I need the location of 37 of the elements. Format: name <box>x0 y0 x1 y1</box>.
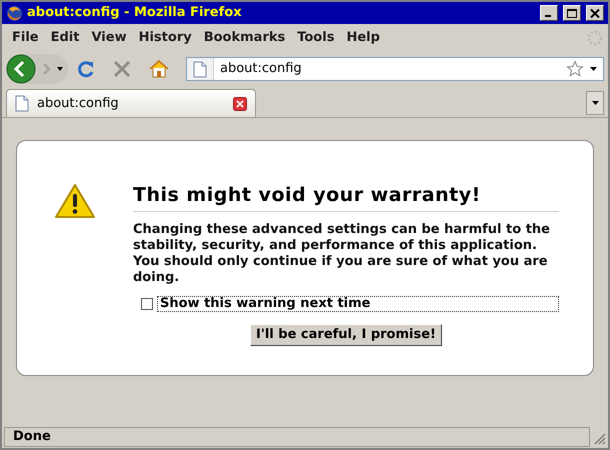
tab-title: about:config <box>37 94 120 113</box>
reload-icon[interactable] <box>76 59 96 79</box>
warning-title: This might void your warranty! <box>133 181 559 212</box>
firefox-logo-icon <box>6 4 23 22</box>
warning-icon <box>54 183 96 219</box>
page-icon <box>15 95 29 112</box>
tab[interactable]: about:config <box>6 89 256 117</box>
minimize-button[interactable] <box>540 5 558 21</box>
tab-list-button[interactable] <box>586 91 604 115</box>
minimize-icon <box>545 15 551 17</box>
star-icon[interactable] <box>566 60 584 78</box>
menu-item[interactable]: View <box>85 28 133 48</box>
url-text: about:config <box>220 60 303 78</box>
dropdown-icon <box>56 66 64 72</box>
home-icon[interactable] <box>148 59 170 79</box>
menu-item[interactable]: Tools <box>291 28 340 48</box>
address-bar[interactable]: about:config <box>186 57 604 81</box>
close-tab-icon[interactable] <box>233 96 247 110</box>
maximize-button[interactable] <box>563 5 581 21</box>
menu-item[interactable]: Bookmarks <box>198 28 292 48</box>
menu-item[interactable]: File <box>6 28 45 48</box>
back-forward-button[interactable] <box>6 54 68 84</box>
window-title: about:config - Mozilla Firefox <box>27 4 243 22</box>
menu-item[interactable]: History <box>132 28 198 48</box>
checkbox-label[interactable]: Show this warning next time <box>157 296 559 312</box>
menu-item[interactable]: Edit <box>44 28 86 48</box>
maximize-icon <box>567 8 577 18</box>
close-icon <box>590 8 600 18</box>
menu-item[interactable]: Help <box>340 28 386 48</box>
dropdown-icon <box>592 101 598 105</box>
dropdown-icon[interactable] <box>590 66 597 72</box>
checkbox[interactable] <box>141 298 153 310</box>
close-button[interactable] <box>586 5 604 21</box>
confirm-button[interactable]: I'll be careful, I promise! <box>250 324 442 346</box>
page-icon <box>193 60 207 78</box>
warning-message: Changing these advanced settings can be harmful to the stability, security, and performance of this application. You should only continue if you are sure of what you are doing. <box>133 222 551 286</box>
status-text: Done <box>13 428 51 446</box>
